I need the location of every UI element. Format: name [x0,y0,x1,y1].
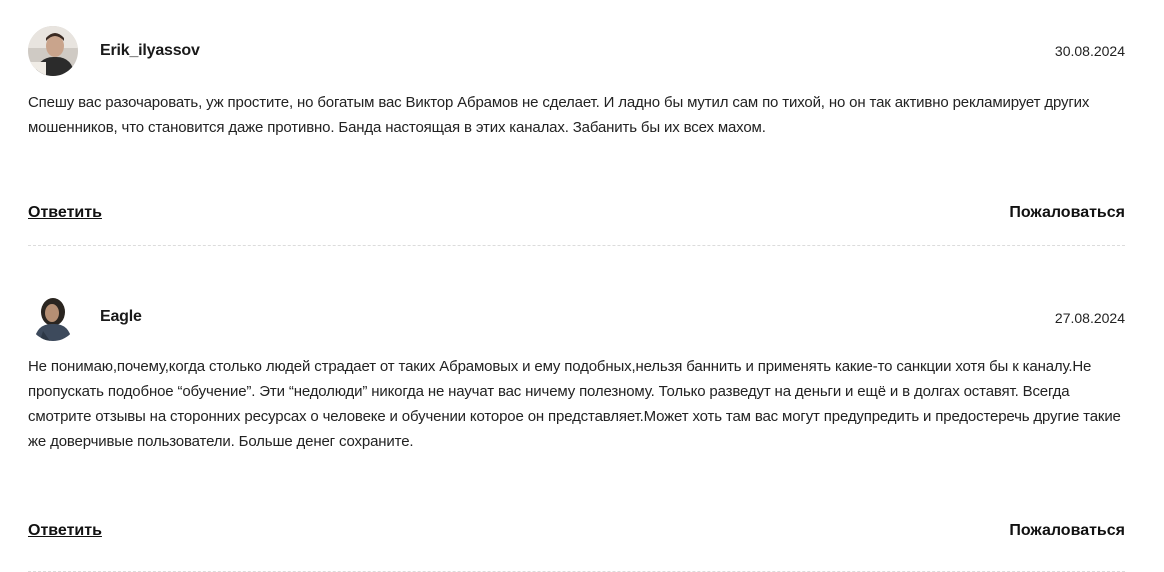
comment-date: 30.08.2024 [1054,43,1125,59]
report-link[interactable]: Пожаловаться [1009,204,1125,222]
avatar[interactable] [28,291,78,341]
reply-link[interactable]: Ответить [28,204,102,222]
reply-link[interactable]: Ответить [28,522,102,540]
comment-text: Спешу вас разочаровать, уж простите, но … [28,94,1090,136]
comment-header: Eagle 27.08.2024 [28,291,1125,341]
user-photo-icon [28,26,78,76]
comment-author: Eagle [100,308,142,325]
comment-author: Erik_ilyassov [100,42,200,59]
comment-item: Eagle 27.08.2024 Не понимаю,почему,когда… [28,246,1125,572]
user-photo-icon [28,291,78,341]
comment-item: Erik_ilyassov 30.08.2024 Спешу вас разоч… [28,0,1125,246]
report-link[interactable]: Пожаловаться [1009,522,1125,540]
avatar[interactable] [28,26,78,76]
comment-text: Не понимаю,почему,когда столько людей ст… [28,358,1121,450]
comments-list: Erik_ilyassov 30.08.2024 Спешу вас разоч… [28,0,1125,572]
comment-header: Erik_ilyassov 30.08.2024 [28,26,1125,76]
comment-date: 27.08.2024 [1054,310,1125,326]
